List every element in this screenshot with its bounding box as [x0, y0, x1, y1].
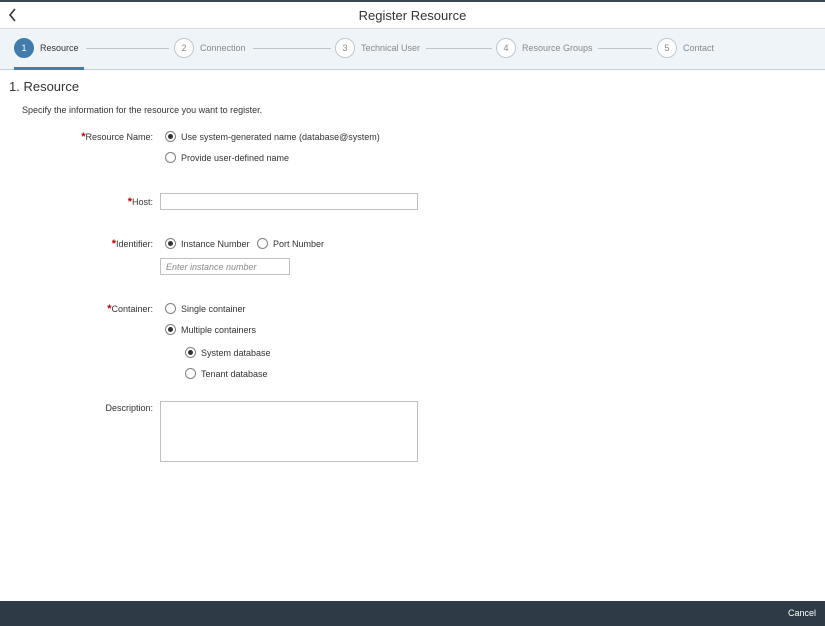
step-connector — [253, 48, 331, 49]
step-connector — [86, 48, 169, 49]
radio-label: Multiple containers — [181, 324, 257, 335]
radio-system-generated-name[interactable]: Use system-generated name (database@syst… — [165, 131, 380, 142]
wizard-step-resource-groups[interactable]: 4 Resource Groups — [496, 38, 593, 58]
wizard-step-connection[interactable]: 2 Connection — [174, 38, 246, 58]
form-intro-text: Specify the information for the resource… — [22, 105, 263, 115]
wizard-step-resource[interactable]: 1 Resource — [14, 38, 79, 58]
radio-unselected-icon — [185, 368, 196, 379]
page-title: Register Resource — [358, 8, 467, 23]
wizard-progress-bar: 1 Resource 2 Connection 3 Technical User… — [0, 29, 825, 70]
step-number: 2 — [174, 38, 194, 58]
radio-label: Provide user-defined name — [181, 152, 290, 163]
radio-system-database[interactable]: System database — [185, 347, 271, 358]
radio-unselected-icon — [257, 238, 268, 249]
host-input[interactable] — [160, 193, 418, 210]
radio-user-defined-name[interactable]: Provide user-defined name — [165, 152, 289, 163]
radio-selected-icon — [165, 324, 176, 335]
radio-selected-icon — [185, 347, 196, 358]
radio-instance-number[interactable]: Instance Number — [165, 238, 250, 249]
description-textarea[interactable] — [160, 401, 418, 462]
step-number: 5 — [657, 38, 677, 58]
step-label: Connection — [200, 43, 246, 53]
radio-label: Tenant database — [201, 368, 268, 379]
radio-label: Use system-generated name (database@syst… — [181, 131, 380, 142]
step-label: Contact — [683, 43, 715, 53]
radio-label: System database — [201, 347, 271, 358]
radio-unselected-icon — [165, 303, 176, 314]
active-step-indicator — [14, 67, 84, 70]
step-label: Resource — [40, 43, 79, 53]
step-connector — [598, 48, 652, 49]
container-label: *Container: — [107, 303, 153, 315]
step-number: 1 — [14, 38, 34, 58]
radio-unselected-icon — [165, 152, 176, 163]
section-title: 1. Resource — [9, 79, 80, 94]
step-label: Resource Groups — [522, 43, 593, 53]
radio-tenant-database[interactable]: Tenant database — [185, 368, 268, 379]
wizard-step-contact[interactable]: 5 Contact — [657, 38, 714, 58]
radio-selected-icon — [165, 131, 176, 142]
radio-multiple-containers[interactable]: Multiple containers — [165, 324, 256, 335]
wizard-step-technical-user[interactable]: 3 Technical User — [335, 38, 420, 58]
radio-port-number[interactable]: Port Number — [257, 238, 324, 249]
description-label: Description: — [105, 403, 153, 413]
step-label: Technical User — [361, 43, 421, 53]
resource-name-label: *Resource Name: — [81, 131, 153, 143]
footer-bar: Cancel — [0, 601, 825, 626]
radio-label: Single container — [181, 303, 246, 314]
radio-label: Instance Number — [181, 238, 250, 249]
cancel-button[interactable]: Cancel — [788, 608, 816, 618]
step-connector — [426, 48, 492, 49]
identifier-label: *Identifier: — [111, 238, 153, 250]
radio-selected-icon — [165, 238, 176, 249]
step-number: 4 — [496, 38, 516, 58]
radio-label: Port Number — [273, 238, 325, 249]
radio-single-container[interactable]: Single container — [165, 303, 246, 314]
step-number: 3 — [335, 38, 355, 58]
instance-number-input[interactable] — [160, 258, 290, 275]
title-bar: Register Resource — [0, 0, 825, 29]
host-label: *Host: — [127, 196, 153, 208]
